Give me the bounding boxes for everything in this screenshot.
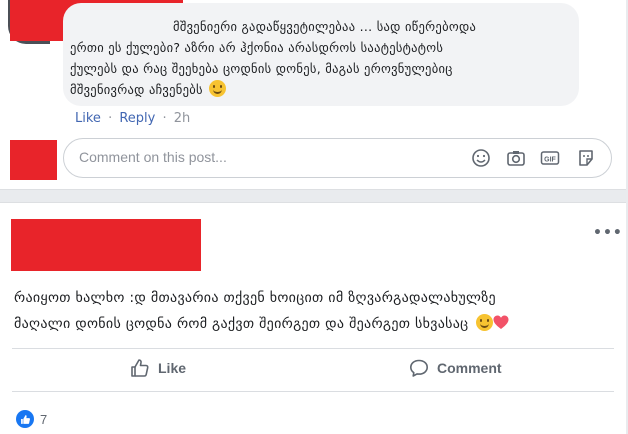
emoji-icon[interactable] xyxy=(471,148,491,168)
camera-icon[interactable] xyxy=(506,148,526,168)
comment-line: მშვენივრად აჩვენებს xyxy=(70,79,576,100)
comment-icon xyxy=(410,359,428,377)
like-button-label: Like xyxy=(158,360,187,376)
separator-dot: · xyxy=(162,111,167,126)
thumbs-up-icon xyxy=(131,359,149,377)
comment-line-text: მშვენივრად აჩვენებს xyxy=(70,82,203,97)
comment-input-placeholder: Comment on this post... xyxy=(79,149,227,165)
comment-line: მშვენიერი გადაწყვეტილებაა ... სად იწერებ… xyxy=(173,19,477,34)
divider xyxy=(12,348,614,349)
comment-actions: Like · Reply · 2h xyxy=(75,111,190,126)
comment-line: ქულებს და რაც შეეხება ცოდნის დონეს, მაგა… xyxy=(70,61,453,76)
comment-input[interactable]: Comment on this post... GIF xyxy=(63,138,612,178)
gif-icon[interactable]: GIF xyxy=(540,148,560,168)
reaction-count: 7 xyxy=(40,411,48,427)
sticker-icon[interactable] xyxy=(576,148,596,168)
post-line: მაღალი დონის ცოდნა რომ გაქვთ შეირგეთ და … xyxy=(14,311,509,337)
comment-button-label: Comment xyxy=(437,360,502,376)
like-button[interactable]: Like xyxy=(130,351,186,385)
svg-text:GIF: GIF xyxy=(544,157,556,164)
separator-dot: · xyxy=(108,111,113,126)
grinning-face-icon xyxy=(476,314,494,331)
red-heart-icon xyxy=(493,315,509,329)
comment-line: ერთი ეს ქულები? აზრი არ ჰქონია არასდროს … xyxy=(70,40,444,55)
comment-button[interactable]: Comment xyxy=(409,351,502,385)
comment-like-link[interactable]: Like xyxy=(75,111,101,126)
redacted-poster-name xyxy=(11,219,201,271)
divider xyxy=(12,391,614,392)
comment-timestamp[interactable]: 2h xyxy=(174,111,191,126)
post-card: ••• რაიყოთ ხალხო :დ მთავარია თქვენ ხოიცი… xyxy=(0,202,626,434)
comment-reply-link[interactable]: Reply xyxy=(119,111,155,126)
smiling-face-icon xyxy=(209,80,227,97)
comment-card: მშვენიერი გადაწყვეტილებაა ... სად იწერებ… xyxy=(0,0,626,190)
comment-text: მშვენიერი გადაწყვეტილებაა ... სად იწერებ… xyxy=(70,16,576,100)
post-line: რაიყოთ ხალხო :დ მთავარია თქვენ ხოიცით იმ… xyxy=(14,290,496,306)
reactions-summary[interactable]: 7 xyxy=(16,410,47,428)
post-line-text: მაღალი დონის ცოდნა რომ გაქვთ შეირგეთ და … xyxy=(14,316,469,332)
like-reaction-icon xyxy=(16,410,34,428)
redacted-avatar xyxy=(10,140,57,180)
more-options-icon[interactable]: ••• xyxy=(593,225,623,241)
post-text: რაიყოთ ხალხო :დ მთავარია თქვენ ხოიცით იმ… xyxy=(14,285,509,337)
